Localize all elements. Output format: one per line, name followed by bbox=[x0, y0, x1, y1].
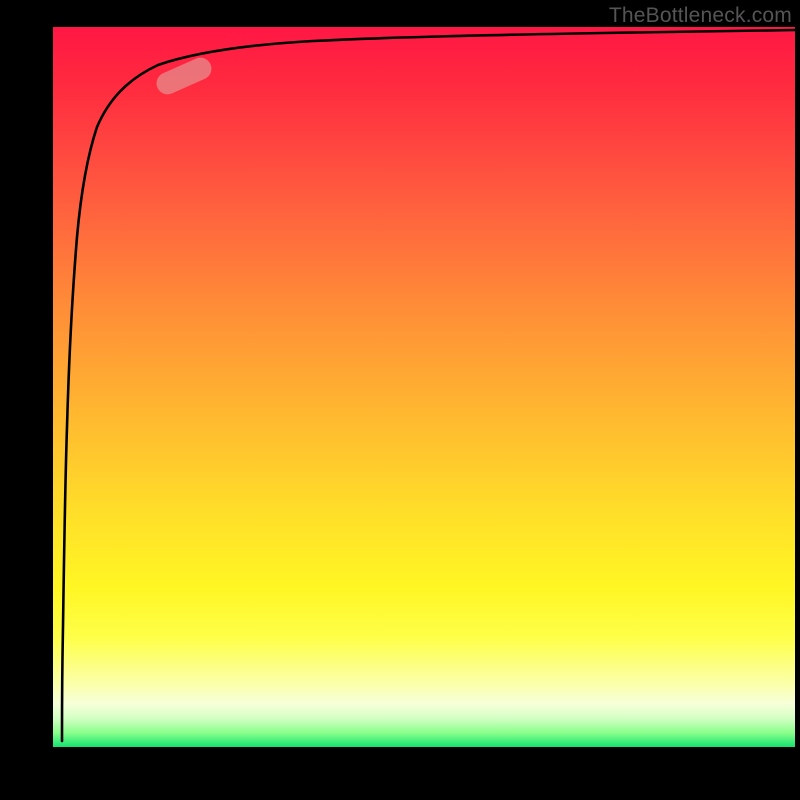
bottleneck-chart: TheBottleneck.com bbox=[0, 0, 800, 800]
attribution-watermark: TheBottleneck.com bbox=[609, 4, 792, 28]
plot-gradient-background bbox=[53, 27, 795, 747]
